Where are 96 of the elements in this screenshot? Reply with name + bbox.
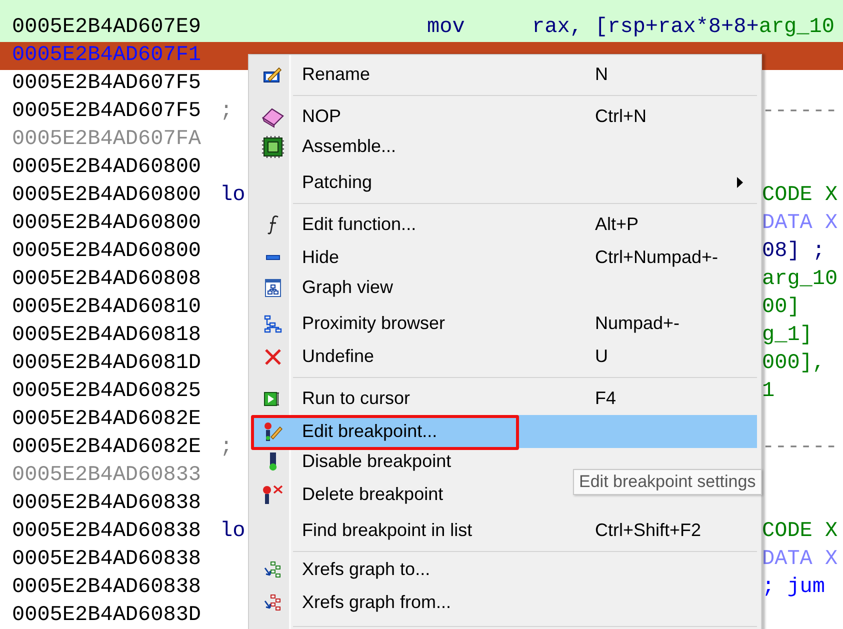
- menu-item[interactable]: Assemble...: [252, 133, 396, 166]
- eraser-icon: [261, 106, 285, 128]
- address-text: 0005E2B4AD6083D: [11, 603, 202, 629]
- light-icon: [269, 452, 277, 472]
- menu-item[interactable]: Rename N: [252, 58, 757, 91]
- tooltip: Edit breakpoint settings: [573, 469, 762, 495]
- address-text: 0005E2B4AD60838: [11, 491, 202, 517]
- address-text: 0005E2B4AD60838: [11, 575, 202, 601]
- menu-item-label: NOP: [301, 106, 342, 127]
- cross-icon: [265, 348, 281, 364]
- menu-item[interactable]: Edit breakpoint...: [252, 415, 757, 448]
- menu-item-label: Edit breakpoint...: [301, 421, 438, 442]
- menu-item-label: Graph view: [301, 277, 394, 298]
- address-text: 0005E2B4AD60800: [11, 211, 202, 237]
- menu-item-label: Hide: [301, 247, 340, 268]
- shortcut-text: Ctrl+Shift+F2: [595, 520, 702, 540]
- code-fragment-text: CODE X: [762, 520, 838, 543]
- menu-item[interactable]: Delete breakpoint: [252, 481, 444, 514]
- separator-text: ------: [762, 436, 838, 459]
- breakpoint-cross-icon: [262, 484, 284, 504]
- address-text: 0005E2B4AD607F5: [11, 99, 202, 125]
- label-text: ;: [220, 100, 233, 123]
- menu-item-label: Patching: [301, 172, 374, 193]
- menu-item[interactable]: Hide Ctrl+Numpad+-: [252, 241, 757, 274]
- menu-item[interactable]: Run to cursor F4: [252, 382, 757, 415]
- code-fragment-text: DATA X: [762, 548, 838, 571]
- shortcut-text: U: [595, 346, 608, 366]
- code-fragment-text: 00]: [762, 296, 800, 319]
- menu-item-label: Xrefs graph from...: [301, 592, 452, 613]
- address-text: 0005E2B4AD60800: [11, 155, 202, 181]
- menu-item-label: Xrefs graph to...: [301, 559, 430, 580]
- menu-item[interactable]: Find breakpoint in list Ctrl+Shift+F2: [252, 514, 757, 547]
- menu-item-label: Edit function...: [301, 214, 418, 235]
- function-icon: [267, 214, 279, 234]
- address-text: 0005E2B4AD60808: [11, 267, 202, 293]
- address-text: 0005E2B4AD60800: [11, 239, 202, 265]
- menu-item-label: Rename: [301, 64, 372, 85]
- label-text: lo: [220, 184, 246, 207]
- address-text: 0005E2B4AD60838: [11, 519, 202, 545]
- menu-item[interactable]: Disable breakpoint: [252, 448, 452, 481]
- menu-item-label: Undefine: [301, 346, 376, 367]
- address-text: 0005E2B4AD6081D: [11, 351, 202, 377]
- address-text: 0005E2B4AD6082E: [11, 435, 202, 461]
- graph-window-icon: [265, 278, 281, 296]
- breakpoint-pencil-icon: [263, 422, 283, 442]
- pencil-icon: [263, 66, 283, 84]
- tree-diagram-icon: [264, 314, 282, 332]
- menu-item-label: Disable breakpoint: [301, 451, 452, 472]
- menu-item-label: Proximity browser: [301, 313, 446, 334]
- code-fragment-text: DATA X: [762, 212, 838, 235]
- address-text: 0005E2B4AD60838: [11, 547, 202, 573]
- address-text: 0005E2B4AD607FA: [11, 127, 202, 153]
- code-fragment-text: CODE X: [762, 184, 838, 207]
- menu-item[interactable]: Edit function... Alt+P: [252, 208, 757, 241]
- address-text: 0005E2B4AD60800: [11, 183, 202, 209]
- address-text: 0005E2B4AD60825: [11, 379, 202, 405]
- play-icon: [264, 392, 282, 406]
- address-text: 0005E2B4AD6082E: [11, 407, 202, 433]
- code-fragment-text: 08] ;: [762, 240, 826, 263]
- shortcut-text: Numpad+-: [595, 313, 680, 333]
- menu-item[interactable]: Proximity browser Numpad+-: [252, 307, 757, 340]
- chip-icon: [262, 136, 284, 158]
- shortcut-text: N: [595, 64, 608, 84]
- menu-item[interactable]: Patching: [252, 166, 757, 199]
- menu-item-label: Find breakpoint in list: [301, 520, 474, 541]
- menu-item[interactable]: Xrefs graph to...: [252, 556, 430, 589]
- menu-item-label: Assemble...: [301, 136, 396, 158]
- mnemonic-text: mov: [427, 16, 465, 39]
- shortcut-text: Alt+P: [595, 214, 639, 234]
- menu-item[interactable]: Undefine U: [252, 340, 757, 373]
- code-fragment-text: ; jum: [762, 576, 826, 599]
- minus-icon: [266, 255, 280, 260]
- graph-arrow-icon: [264, 560, 282, 578]
- address-text: 0005E2B4AD60833: [11, 463, 202, 489]
- shortcut-text: Ctrl+N: [595, 106, 647, 126]
- code-fragment-text: arg_10: [762, 268, 838, 291]
- label-text: ;: [220, 436, 233, 459]
- address-text: 0005E2B4AD607E9: [11, 15, 202, 41]
- operand-text: rax, [rsp+rax*8+8+arg_10: [532, 16, 834, 39]
- menu-item-label: Delete breakpoint: [301, 484, 444, 505]
- code-fragment-text: 1: [762, 380, 775, 403]
- menu-item[interactable]: NOP Ctrl+N: [252, 100, 757, 133]
- shortcut-text: Ctrl+Numpad+-: [595, 247, 718, 267]
- menu-item[interactable]: Xrefs graph from...: [252, 589, 452, 622]
- address-text: 0005E2B4AD60818: [11, 323, 202, 349]
- separator-text: ------: [762, 100, 838, 123]
- shortcut-text: F4: [595, 388, 616, 408]
- menu-item[interactable]: Graph view: [252, 274, 394, 307]
- graph-arrow-icon: [264, 594, 282, 612]
- address-text: 0005E2B4AD607F5: [11, 71, 202, 97]
- label-text: lo: [220, 520, 246, 543]
- code-fragment-text: g_1]: [762, 324, 812, 347]
- code-fragment-text: 000],: [762, 352, 826, 375]
- menu-item-label: Run to cursor: [301, 388, 412, 409]
- address-text: 0005E2B4AD607F1: [11, 43, 202, 69]
- address-text: 0005E2B4AD60810: [11, 295, 202, 321]
